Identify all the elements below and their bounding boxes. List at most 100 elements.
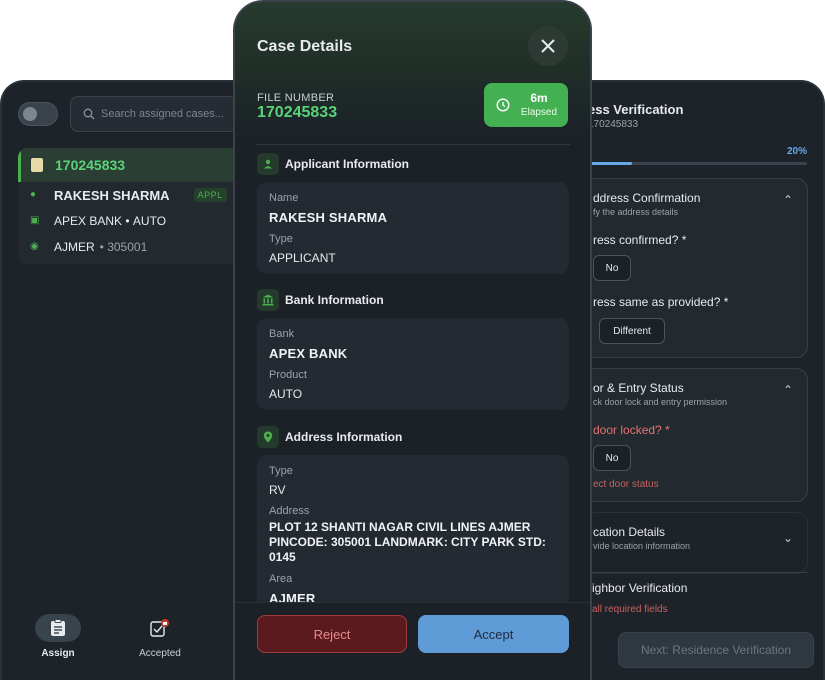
progress-percent: 20%: [786, 146, 807, 157]
case-details-modal: Case Details FILE NUMBER 170245833 6m El…: [233, 0, 592, 680]
elapsed-value: 6m: [530, 91, 548, 105]
next-residence-verification-button[interactable]: Next: Residence Verification: [618, 632, 814, 668]
bank-product-value: AUTO: [269, 387, 303, 401]
address-area-label: Area: [269, 573, 293, 585]
section-location-subtitle: vide location information: [593, 541, 691, 551]
chevron-down-icon[interactable]: ⌄: [783, 532, 793, 544]
applicant-section-heading: Applicant Information: [257, 153, 409, 175]
clock-icon: [496, 98, 510, 112]
modal-footer: Reject Accept: [235, 602, 590, 680]
product-separator: •: [122, 214, 133, 228]
case-location-row: ◉ AJMER • 305001: [18, 234, 260, 260]
applicant-info-card: Name RAKESH SHARMA Type APPLICANT: [257, 182, 569, 274]
section-address-confirmation: ddress Confirmation fy the address detai…: [582, 178, 808, 358]
case-file-number: 170245833: [55, 157, 126, 173]
tab-assign-label: Assign: [41, 648, 75, 659]
bank-product-label: Product: [269, 369, 307, 381]
header-divider: [255, 144, 570, 145]
case-card-header: 170245833: [18, 148, 260, 182]
question-address-same: ress same as provided? *: [593, 295, 729, 309]
chevron-up-icon[interactable]: ⌃: [783, 384, 793, 396]
verification-title: ess Verification: [588, 102, 684, 117]
verification-file-number: 170245833: [588, 119, 639, 130]
assigned-cases-screen: Search assigned cases... 170245833 ● RAK…: [0, 80, 262, 680]
applicant-type-label: Type: [269, 233, 293, 245]
bottom-tab-bar: Assign Accepted: [2, 600, 260, 680]
bank-icon: [257, 289, 279, 311]
search-placeholder: Search assigned cases...: [101, 108, 224, 120]
person-icon: [257, 153, 279, 175]
case-applicant-row: ● RAKESH SHARMA APPL: [18, 182, 260, 208]
residence-verification-screen: ess Verification 170245833 20% ddress Co…: [566, 80, 825, 680]
location-pin-icon: [257, 426, 279, 448]
address-label: Address: [269, 505, 310, 517]
section-address-subtitle: fy the address details: [593, 207, 679, 217]
option-different-button[interactable]: Different: [599, 318, 665, 344]
address-section-heading: Address Information: [257, 426, 402, 448]
progress-fill: [588, 162, 632, 165]
progress-bar: [588, 162, 807, 165]
chevron-up-icon[interactable]: ⌃: [783, 194, 793, 206]
reject-button[interactable]: Reject: [257, 615, 407, 653]
section-neighbor-title: ighbor Verification: [592, 581, 688, 595]
bank-heading-text: Bank Information: [285, 293, 384, 307]
address-type-label: Type: [269, 465, 293, 477]
clipboard-check-icon: [150, 619, 169, 637]
bank-name-label: Bank: [269, 328, 295, 340]
close-icon: [541, 39, 555, 53]
option-no-button[interactable]: No: [593, 255, 631, 281]
modal-title: Case Details: [257, 38, 353, 55]
elapsed-label: Elapsed: [520, 107, 558, 118]
tab-assign[interactable]: Assign: [23, 614, 93, 659]
file-number-value: 170245833: [257, 104, 338, 121]
top-bar: Search assigned cases...: [18, 96, 260, 134]
online-toggle[interactable]: [18, 102, 58, 126]
clipboard-icon: [51, 619, 65, 636]
close-button[interactable]: [528, 26, 568, 66]
tab-accepted-pill: [137, 614, 183, 642]
address-heading-text: Address Information: [285, 430, 403, 444]
address-value: PLOT 12 SHANTI NAGAR CIVIL LINES AJMER P…: [269, 520, 546, 564]
person-icon: ●: [30, 189, 37, 200]
applicant-heading-text: Applicant Information: [285, 157, 409, 171]
bank-section-heading: Bank Information: [257, 289, 384, 311]
section-location-details[interactable]: cation Details vide location information…: [582, 512, 808, 574]
applicant-name-label: Name: [269, 192, 299, 204]
accept-button[interactable]: Accept: [418, 615, 569, 653]
section-address-title: ddress Confirmation: [593, 191, 701, 205]
door-status-error: ect door status: [593, 479, 659, 490]
stage: Search assigned cases... 170245833 ● RAK…: [0, 0, 825, 680]
case-pincode: • 305001: [99, 240, 148, 254]
question-door-locked: door locked? *: [593, 423, 670, 437]
bank-name-value: APEX BANK: [269, 346, 348, 361]
case-city: AJMER: [54, 240, 95, 254]
tab-accepted-label: Accepted: [139, 648, 181, 659]
applicant-name-value: RAKESH SHARMA: [269, 210, 388, 225]
document-icon: [31, 158, 43, 172]
tab-assign-pill: [35, 614, 81, 642]
section-neighbor-verification[interactable]: ighbor Verification: [582, 572, 808, 602]
section-door-entry-status: or & Entry Status ck door lock and entry…: [582, 368, 808, 502]
case-bank-name: APEX BANK: [54, 214, 123, 228]
file-number-label: FILE NUMBER: [257, 92, 335, 104]
location-pin-icon: ◉: [30, 241, 39, 252]
applicant-type-value: APPLICANT: [269, 251, 336, 265]
case-product: AUTO: [132, 214, 167, 228]
tab-accepted[interactable]: Accepted: [125, 614, 195, 659]
option-no-button[interactable]: No: [593, 445, 631, 471]
case-applicant-name: RAKESH SHARMA: [54, 187, 170, 203]
bank-info-card: Bank APEX BANK Product AUTO: [257, 318, 569, 410]
address-type-value: RV: [269, 483, 286, 497]
required-fields-warning: all required fields: [592, 604, 668, 615]
toggle-knob: [23, 107, 37, 121]
section-door-subtitle: ck door lock and entry permission: [593, 397, 728, 407]
section-door-title: or & Entry Status: [593, 381, 684, 395]
applicant-badge: APPL: [193, 188, 227, 202]
elapsed-time-badge: 6m Elapsed: [484, 83, 568, 127]
address-info-card: Type RV Address PLOT 12 SHANTI NAGAR CIV…: [257, 455, 569, 615]
section-location-title: cation Details: [593, 525, 666, 539]
question-address-confirmed: ress confirmed? *: [593, 233, 687, 247]
case-bank-row: ▣ APEX BANK • AUTO: [18, 208, 260, 234]
case-card[interactable]: 170245833 ● RAKESH SHARMA APPL ▣ APEX BA…: [18, 148, 260, 264]
bank-icon: ▣: [30, 215, 40, 226]
